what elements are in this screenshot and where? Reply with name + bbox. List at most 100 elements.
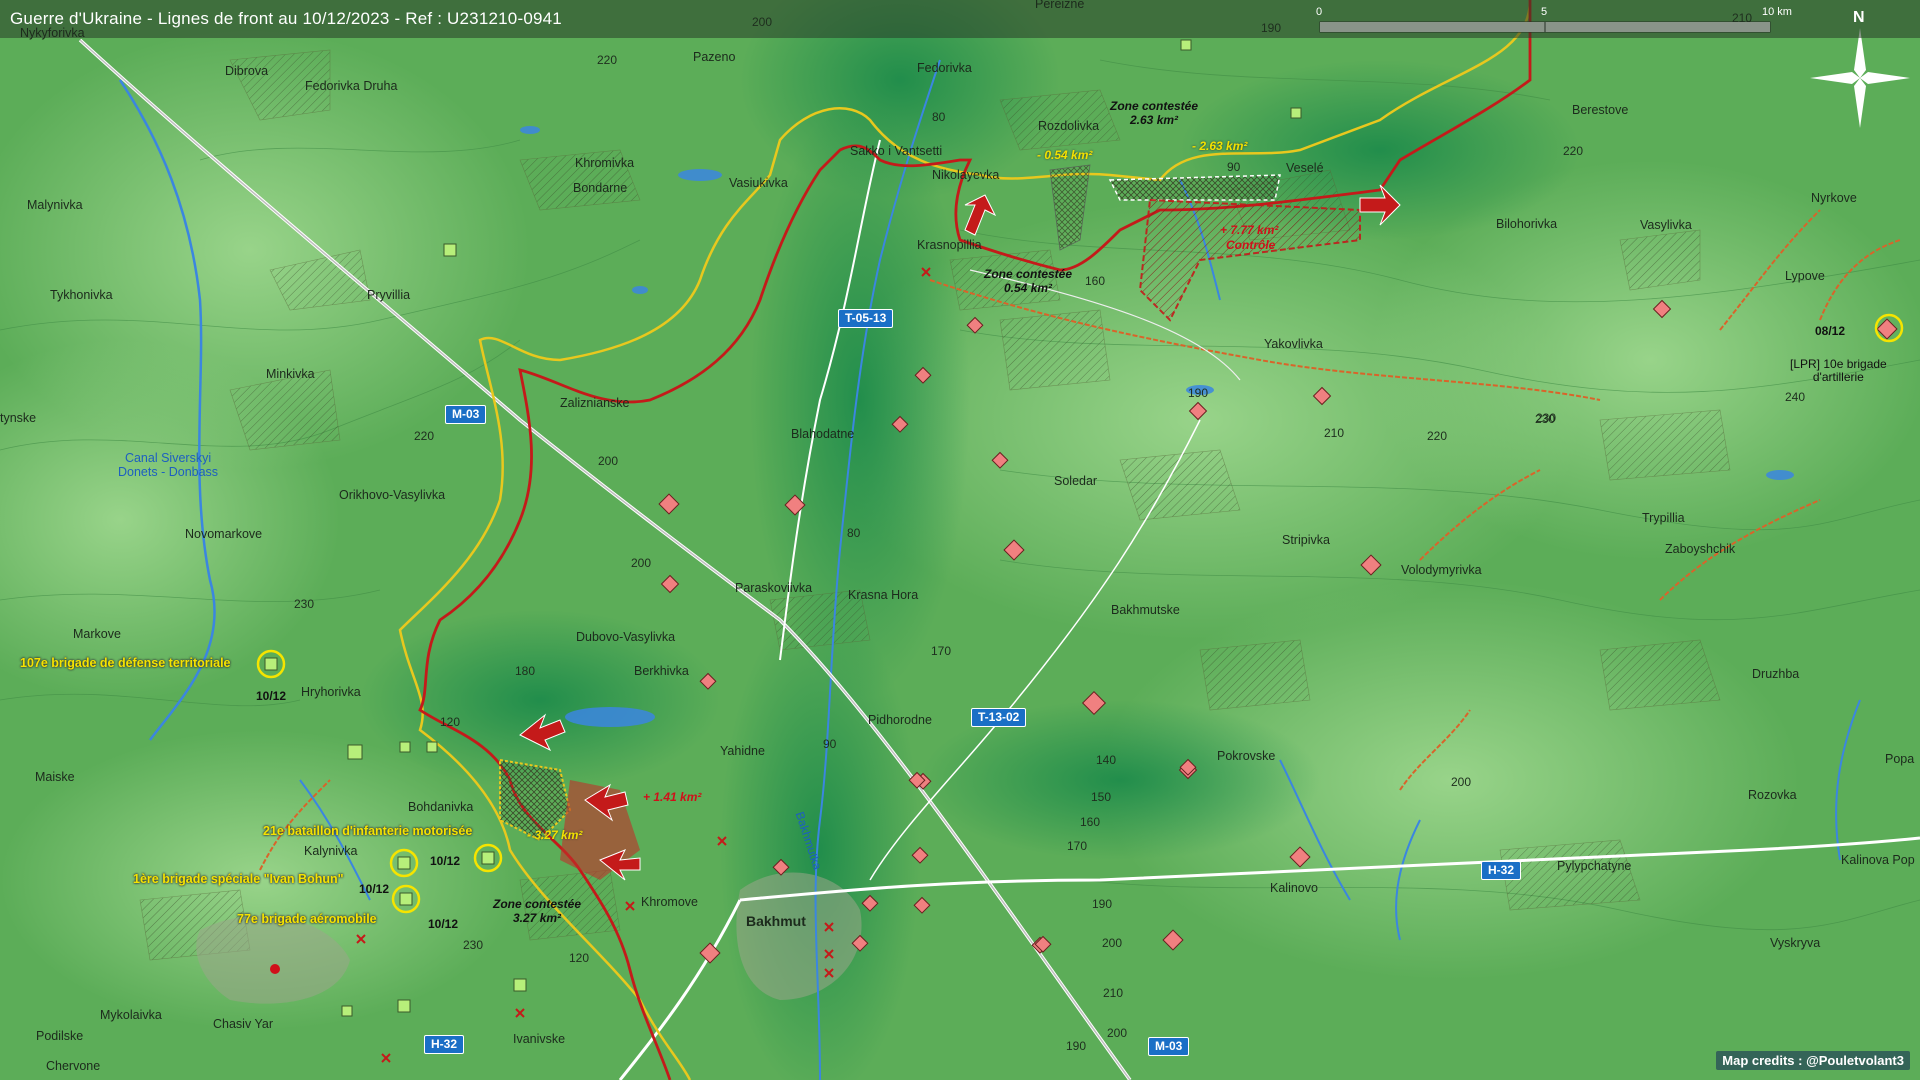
area-change-label: + 1.41 km² [643, 790, 702, 804]
elevation-label: 240 [1785, 390, 1806, 404]
unit-date: 10/12 [256, 689, 287, 703]
road-badge-h32: H-32 [1481, 861, 1522, 881]
place-label: Pokrovske [1217, 749, 1276, 763]
place-label: Podilske [36, 1029, 84, 1043]
elevation-label: 230 [463, 938, 484, 952]
place-label: Markove [73, 627, 121, 641]
elevation-label: 190 [1092, 897, 1113, 911]
place-label: Druzhba [1752, 667, 1800, 681]
place-label: Krasna Hora [848, 588, 919, 602]
elevation-label: 210 [1324, 426, 1345, 440]
elevation-label: 200 [1102, 936, 1123, 950]
place-label: Bilohorivka [1496, 217, 1558, 231]
place-label: Tykhonivka [50, 288, 113, 302]
scale-tick-0: 0 [1316, 6, 1323, 18]
zone-title: Zone contestée [1110, 99, 1199, 113]
place-label: Zaliznianske [560, 396, 630, 410]
place-label: Yakovlivka [1264, 337, 1323, 351]
unit-date: 10/12 [430, 854, 461, 868]
elevation-label: 150 [1091, 790, 1112, 804]
place-label: Nikolayevka [932, 168, 1000, 182]
unit-label: 1ère brigade spéciale "Ivan Bohun" [133, 872, 344, 886]
elevation-label: 160 [1080, 815, 1101, 829]
unit-date: 10/12 [359, 882, 390, 896]
elevation-label: 120 [440, 715, 461, 729]
lpr-unit-date: 08/12 [1815, 324, 1846, 338]
place-label: Vasylivka [1640, 218, 1692, 232]
map-credits: Map credits : @Pouletvolant3 [1716, 1051, 1910, 1070]
place-label: Hryhorivka [301, 685, 361, 699]
map-title: Guerre d'Ukraine - Lignes de front au 10… [10, 9, 562, 28]
road-badge-m03: M-03 [1148, 1037, 1190, 1057]
elevation-label: 190 [1188, 386, 1209, 400]
place-label: Blahodatne [791, 427, 855, 441]
elevation-label: 80 [847, 526, 861, 540]
place-label: Dubovo-Vasylivka [576, 630, 676, 644]
road-badge-m03: M-03 [445, 405, 487, 425]
elevation-label: 220 [597, 53, 618, 67]
place-label: Novomarkove [185, 527, 263, 541]
place-label: Nykyforivka [20, 26, 85, 40]
place-label: Soledar [1054, 474, 1098, 488]
place-label: Chervone [46, 1059, 101, 1073]
place-label: Rozdolivka [1038, 119, 1100, 133]
place-label: Lypove [1785, 269, 1825, 283]
zone-label: Zone contestée 0.54 km² [984, 267, 1072, 296]
zone-label: Zone contestée 2.63 km² [1110, 99, 1199, 128]
elevation-label: 200 [598, 454, 619, 468]
place-label: Zaboyshchik [1665, 542, 1736, 556]
place-label: Rozovka [1748, 788, 1797, 802]
zone-area: 2.63 km² [1130, 112, 1179, 127]
elevation-label: 230 [294, 597, 315, 611]
place-label: Pryvillia [367, 288, 411, 302]
place-label: Vasiukivka [729, 176, 788, 190]
place-label: Maiske [35, 770, 75, 784]
lpr-unit-label: [LPR] 10e brigade d'artillerie [1790, 357, 1887, 385]
lpr-unit-line2: d'artillerie [1812, 370, 1864, 385]
place-label: Bondarne [573, 181, 628, 195]
scale-tick-10: 10 km [1762, 6, 1792, 18]
place-label: Volodymyrivka [1401, 563, 1482, 577]
unit-label: 21e bataillon d'infanterie motorisée [263, 824, 473, 838]
place-label: Chasiv Yar [213, 1017, 273, 1031]
place-label: Berkhivka [634, 664, 689, 678]
north-label: N [1853, 9, 1865, 26]
place-label: Kalinovo [1270, 881, 1318, 895]
place-label: Khromove [641, 895, 698, 909]
road-badge-t1302: T-13-02 [971, 708, 1027, 728]
elevation-label: 200 [1107, 1026, 1128, 1040]
place-label: Orikhovo-Vasylivka [339, 488, 446, 502]
scale-tick-5: 5 [1541, 6, 1548, 18]
zone-label: Zone contestée 3.27 km² [493, 897, 582, 926]
elevation-label: 120 [569, 951, 590, 965]
place-label: Yahidne [720, 744, 765, 758]
place-label: Kalynivka [304, 844, 358, 858]
place-label: Pidhorodne [868, 713, 932, 727]
unit-date: 10/12 [428, 917, 459, 931]
place-label: Pereizne [1035, 0, 1085, 11]
place-label: Krasnopillia [917, 238, 982, 252]
road-badge-h32: H-32 [424, 1035, 465, 1055]
area-change-label: - 0.54 km² [1037, 148, 1093, 162]
place-label-bakhmut: Bakhmut [746, 913, 806, 929]
zone-title: Zone contestée [493, 897, 582, 911]
place-label: Khromivka [575, 156, 635, 170]
place-label: Pylypchatyne [1557, 859, 1632, 873]
canal-label: Canal Siverskyi Donets - Donbass [118, 451, 219, 480]
elevation-label: 220 [1427, 429, 1448, 443]
canal-label-line1: Canal Siverskyi [124, 451, 212, 465]
elevation-label: 210 [1732, 11, 1753, 25]
elevation-label: 140 [1096, 753, 1117, 767]
elevation-label: 220 [414, 429, 435, 443]
elevation-label: 200 [752, 15, 773, 29]
place-label: tynske [0, 411, 37, 425]
place-label: Vyskryva [1770, 936, 1821, 950]
place-label: Sakko i Vantsetti [850, 144, 943, 158]
elevation-label: 180 [515, 664, 536, 678]
place-label: Veselé [1286, 161, 1324, 175]
place-label: Popa [1885, 752, 1915, 766]
elevation-label: 90 [1227, 160, 1241, 174]
elevation-label: 230 [1536, 411, 1557, 425]
canal-label-line2: Donets - Donbass [118, 464, 219, 479]
elevation-label: 170 [1067, 839, 1088, 853]
